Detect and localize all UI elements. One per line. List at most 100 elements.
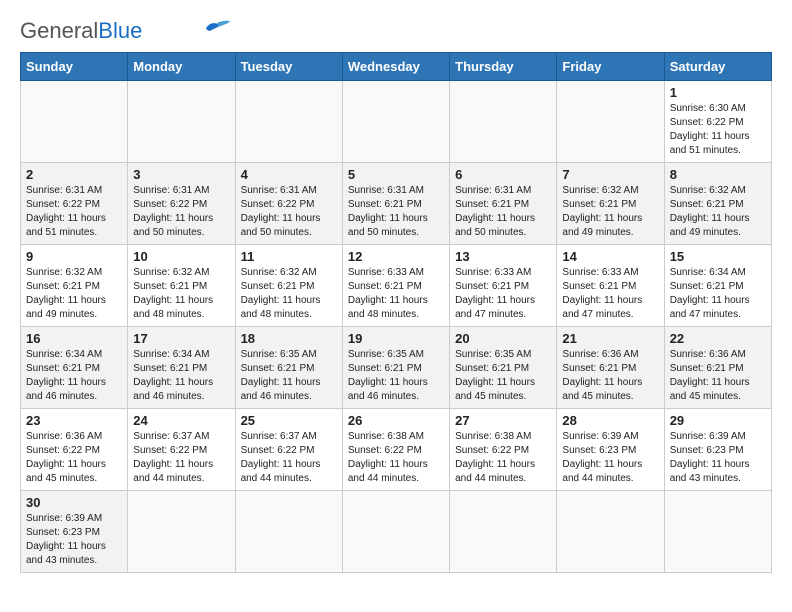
- calendar-cell: 3 Sunrise: 6:31 AM Sunset: 6:22 PM Daylig…: [128, 163, 235, 245]
- day-info: Sunrise: 6:32 AM Sunset: 6:21 PM Dayligh…: [562, 184, 658, 240]
- calendar-cell: 21Sunrise: 6:36 AM Sunset: 6:21 PM Dayli…: [557, 327, 664, 409]
- day-info: Sunrise: 6:38 AM Sunset: 6:22 PM Dayligh…: [348, 430, 444, 486]
- day-number: 3: [133, 167, 229, 182]
- day-info: Sunrise: 6:36 AM Sunset: 6:21 PM Dayligh…: [670, 348, 766, 404]
- calendar-cell: 19 Sunrise: 6:35 AM Sunset: 6:21 PM Dayli…: [342, 327, 449, 409]
- day-number: 19: [348, 331, 444, 346]
- day-number: 4: [241, 167, 337, 182]
- calendar-cell: 24Sunrise: 6:37 AM Sunset: 6:22 PM Dayli…: [128, 409, 235, 491]
- day-number: 13: [455, 249, 551, 264]
- day-number: 12: [348, 249, 444, 264]
- calendar-cell: 30 Sunrise: 6:39 AM Sunset: 6:23 PM Dayli…: [21, 491, 128, 573]
- day-number: 10: [133, 249, 229, 264]
- calendar-table: SundayMondayTuesdayWednesdayThursdayFrid…: [20, 52, 772, 573]
- calendar-cell: 12Sunrise: 6:33 AM Sunset: 6:21 PM Dayli…: [342, 245, 449, 327]
- calendar-cell: 18Sunrise: 6:35 AM Sunset: 6:21 PM Dayli…: [235, 327, 342, 409]
- calendar-cell: 23 Sunrise: 6:36 AM Sunset: 6:22 PM Dayli…: [21, 409, 128, 491]
- calendar-cell: 17Sunrise: 6:34 AM Sunset: 6:21 PM Dayli…: [128, 327, 235, 409]
- day-info: Sunrise: 6:31 AM Sunset: 6:22 PM Dayligh…: [26, 184, 122, 240]
- day-info: Sunrise: 6:38 AM Sunset: 6:22 PM Dayligh…: [455, 430, 551, 486]
- calendar-cell: 16 Sunrise: 6:34 AM Sunset: 6:21 PM Dayli…: [21, 327, 128, 409]
- calendar-header-row: SundayMondayTuesdayWednesdayThursdayFrid…: [21, 53, 772, 81]
- calendar-cell: [450, 81, 557, 163]
- day-info: Sunrise: 6:31 AM Sunset: 6:22 PM Dayligh…: [133, 184, 229, 240]
- calendar-cell: 20 Sunrise: 6:35 AM Sunset: 6:21 PM Dayli…: [450, 327, 557, 409]
- day-info: Sunrise: 6:35 AM Sunset: 6:21 PM Dayligh…: [455, 348, 551, 404]
- calendar-week-row: 9 Sunrise: 6:32 AM Sunset: 6:21 PM Daylig…: [21, 245, 772, 327]
- day-info: Sunrise: 6:34 AM Sunset: 6:21 PM Dayligh…: [26, 348, 122, 404]
- day-info: Sunrise: 6:35 AM Sunset: 6:21 PM Dayligh…: [241, 348, 337, 404]
- calendar-cell: [235, 81, 342, 163]
- calendar-cell: 11Sunrise: 6:32 AM Sunset: 6:21 PM Dayli…: [235, 245, 342, 327]
- calendar-cell: [128, 81, 235, 163]
- day-info: Sunrise: 6:31 AM Sunset: 6:21 PM Dayligh…: [348, 184, 444, 240]
- calendar-cell: 27 Sunrise: 6:38 AM Sunset: 6:22 PM Dayli…: [450, 409, 557, 491]
- day-info: Sunrise: 6:32 AM Sunset: 6:21 PM Dayligh…: [670, 184, 766, 240]
- calendar-week-row: 30 Sunrise: 6:39 AM Sunset: 6:23 PM Dayli…: [21, 491, 772, 573]
- day-info: Sunrise: 6:32 AM Sunset: 6:21 PM Dayligh…: [26, 266, 122, 322]
- day-number: 1: [670, 85, 766, 100]
- day-number: 20: [455, 331, 551, 346]
- day-number: 30: [26, 495, 122, 510]
- calendar-week-row: 16 Sunrise: 6:34 AM Sunset: 6:21 PM Dayli…: [21, 327, 772, 409]
- calendar-week-row: 2Sunrise: 6:31 AM Sunset: 6:22 PM Daylig…: [21, 163, 772, 245]
- page-header: GeneralBlue: [20, 20, 772, 42]
- day-of-week-header: Friday: [557, 53, 664, 81]
- day-number: 8: [670, 167, 766, 182]
- calendar-cell: 22 Sunrise: 6:36 AM Sunset: 6:21 PM Dayli…: [664, 327, 771, 409]
- day-number: 26: [348, 413, 444, 428]
- day-of-week-header: Thursday: [450, 53, 557, 81]
- logo-bird-icon: [202, 17, 232, 37]
- day-number: 23: [26, 413, 122, 428]
- day-number: 28: [562, 413, 658, 428]
- calendar-cell: [21, 81, 128, 163]
- day-number: 11: [241, 249, 337, 264]
- calendar-cell: [235, 491, 342, 573]
- calendar-cell: [557, 81, 664, 163]
- day-of-week-header: Sunday: [21, 53, 128, 81]
- calendar-cell: 26 Sunrise: 6:38 AM Sunset: 6:22 PM Dayli…: [342, 409, 449, 491]
- day-info: Sunrise: 6:37 AM Sunset: 6:22 PM Dayligh…: [133, 430, 229, 486]
- day-info: Sunrise: 6:34 AM Sunset: 6:21 PM Dayligh…: [670, 266, 766, 322]
- day-info: Sunrise: 6:33 AM Sunset: 6:21 PM Dayligh…: [562, 266, 658, 322]
- day-number: 29: [670, 413, 766, 428]
- calendar-cell: 6 Sunrise: 6:31 AM Sunset: 6:21 PM Daylig…: [450, 163, 557, 245]
- calendar-cell: 5 Sunrise: 6:31 AM Sunset: 6:21 PM Daylig…: [342, 163, 449, 245]
- day-number: 22: [670, 331, 766, 346]
- calendar-cell: 14 Sunrise: 6:33 AM Sunset: 6:21 PM Dayli…: [557, 245, 664, 327]
- calendar-cell: [342, 491, 449, 573]
- calendar-week-row: 1 Sunrise: 6:30 AM Sunset: 6:22 PM Daylig…: [21, 81, 772, 163]
- calendar-cell: 15Sunrise: 6:34 AM Sunset: 6:21 PM Dayli…: [664, 245, 771, 327]
- day-info: Sunrise: 6:31 AM Sunset: 6:22 PM Dayligh…: [241, 184, 337, 240]
- day-info: Sunrise: 6:30 AM Sunset: 6:22 PM Dayligh…: [670, 102, 766, 158]
- day-info: Sunrise: 6:33 AM Sunset: 6:21 PM Dayligh…: [455, 266, 551, 322]
- logo: GeneralBlue: [20, 20, 232, 42]
- day-info: Sunrise: 6:31 AM Sunset: 6:21 PM Dayligh…: [455, 184, 551, 240]
- day-of-week-header: Tuesday: [235, 53, 342, 81]
- day-info: Sunrise: 6:34 AM Sunset: 6:21 PM Dayligh…: [133, 348, 229, 404]
- calendar-cell: 4 Sunrise: 6:31 AM Sunset: 6:22 PM Daylig…: [235, 163, 342, 245]
- day-info: Sunrise: 6:35 AM Sunset: 6:21 PM Dayligh…: [348, 348, 444, 404]
- calendar-cell: 29Sunrise: 6:39 AM Sunset: 6:23 PM Dayli…: [664, 409, 771, 491]
- day-number: 9: [26, 249, 122, 264]
- calendar-cell: 7 Sunrise: 6:32 AM Sunset: 6:21 PM Daylig…: [557, 163, 664, 245]
- day-info: Sunrise: 6:36 AM Sunset: 6:22 PM Dayligh…: [26, 430, 122, 486]
- calendar-cell: [664, 491, 771, 573]
- calendar-cell: 8 Sunrise: 6:32 AM Sunset: 6:21 PM Daylig…: [664, 163, 771, 245]
- day-number: 25: [241, 413, 337, 428]
- calendar-cell: [128, 491, 235, 573]
- day-number: 5: [348, 167, 444, 182]
- calendar-cell: 10 Sunrise: 6:32 AM Sunset: 6:21 PM Dayli…: [128, 245, 235, 327]
- calendar-cell: [342, 81, 449, 163]
- calendar-cell: [557, 491, 664, 573]
- day-of-week-header: Wednesday: [342, 53, 449, 81]
- day-info: Sunrise: 6:32 AM Sunset: 6:21 PM Dayligh…: [133, 266, 229, 322]
- day-info: Sunrise: 6:39 AM Sunset: 6:23 PM Dayligh…: [26, 512, 122, 568]
- calendar-week-row: 23 Sunrise: 6:36 AM Sunset: 6:22 PM Dayli…: [21, 409, 772, 491]
- day-number: 7: [562, 167, 658, 182]
- day-number: 6: [455, 167, 551, 182]
- day-number: 27: [455, 413, 551, 428]
- day-number: 16: [26, 331, 122, 346]
- day-number: 14: [562, 249, 658, 264]
- calendar-cell: [450, 491, 557, 573]
